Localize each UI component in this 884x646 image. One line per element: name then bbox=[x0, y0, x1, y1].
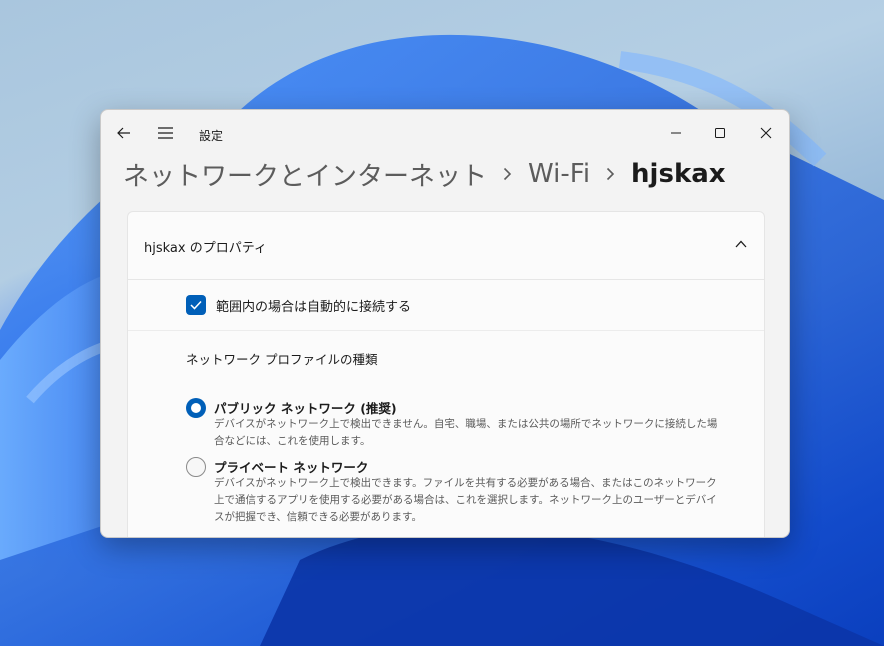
private-network-title: プライベート ネットワーク bbox=[214, 460, 369, 475]
minimize-icon bbox=[671, 132, 681, 134]
breadcrumb-separator bbox=[606, 167, 615, 181]
maximize-button[interactable] bbox=[705, 118, 735, 148]
breadcrumb-network-internet[interactable]: ネットワークとインターネット bbox=[123, 156, 487, 193]
maximize-icon bbox=[715, 128, 725, 138]
breadcrumb: ネットワークとインターネット Wi-Fi hjskax bbox=[123, 154, 726, 194]
profile-type-heading: ネットワーク プロファイルの種類 bbox=[186, 352, 378, 367]
minimize-button[interactable] bbox=[661, 118, 691, 148]
auto-connect-row: 範囲内の場合は自動的に接続する bbox=[128, 280, 764, 331]
private-network-description: デバイスがネットワーク上で検出できます。ファイルを共有する必要がある場合、または… bbox=[214, 477, 717, 523]
close-button[interactable] bbox=[751, 118, 781, 148]
title-bar: 設定 bbox=[101, 110, 789, 154]
app-title: 設定 bbox=[199, 129, 224, 143]
hamburger-menu-icon bbox=[157, 127, 173, 139]
properties-title: hjskax のプロパティ bbox=[144, 241, 267, 256]
public-network-title: パブリック ネットワーク (推奨) bbox=[214, 401, 397, 416]
auto-connect-checkbox[interactable] bbox=[186, 295, 206, 315]
breadcrumb-separator bbox=[503, 167, 512, 181]
chevron-right-icon bbox=[503, 167, 512, 181]
back-arrow-icon bbox=[117, 127, 130, 139]
public-network-radio[interactable] bbox=[186, 398, 206, 418]
public-network-description: デバイスがネットワーク上で検出できません。自宅、職場、または公共の場所でネットワ… bbox=[214, 418, 718, 447]
private-network-radio[interactable] bbox=[186, 457, 206, 477]
back-button[interactable] bbox=[113, 118, 135, 148]
auto-connect-label: 範囲内の場合は自動的に接続する bbox=[216, 300, 412, 315]
close-icon bbox=[760, 127, 772, 139]
settings-window: 設定 ネットワークとインターネット Wi-Fi hjskax hjskax のプ… bbox=[100, 109, 790, 538]
page-title: hjskax bbox=[631, 159, 726, 189]
breadcrumb-wifi[interactable]: Wi-Fi bbox=[528, 159, 590, 189]
checkmark-icon bbox=[190, 300, 202, 310]
navigation-menu-button[interactable] bbox=[153, 118, 177, 148]
network-properties-panel: hjskax のプロパティ 範囲内の場合は自動的に接続する ネットワーク プロフ… bbox=[127, 211, 765, 537]
properties-expander-header[interactable]: hjskax のプロパティ bbox=[128, 212, 764, 280]
chevron-up-icon[interactable] bbox=[734, 237, 748, 251]
chevron-right-icon bbox=[606, 167, 615, 181]
